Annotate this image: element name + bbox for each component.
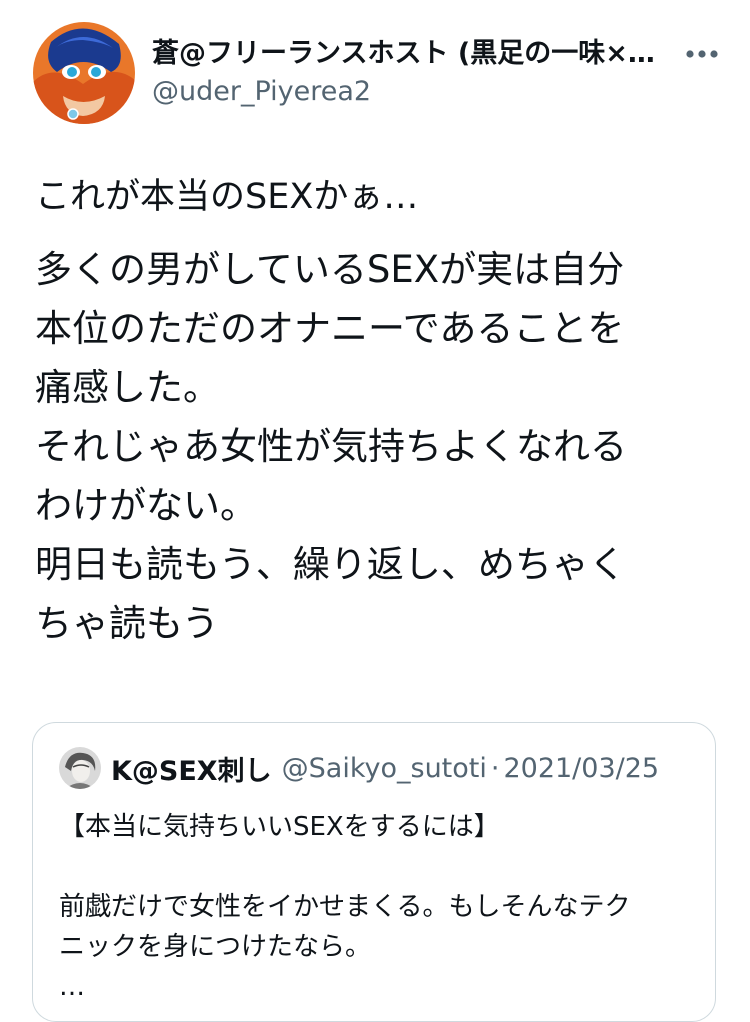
tweet-line: 痛感した。 — [35, 366, 220, 409]
quote-line: 前戯だけで女性をイかせまくる。もしそんなテク — [59, 892, 631, 922]
quote-date[interactable]: 2021/03/25 — [503, 753, 659, 784]
quote-author-handle[interactable]: @Saikyo_sutoti — [282, 753, 487, 784]
quote-line: … — [59, 972, 85, 1002]
quote-avatar-image — [59, 747, 101, 789]
quote-body: 【本当に気持ちいいSEXをするには】 前戯だけで女性をイかせまくる。もしそんなテ… — [59, 807, 689, 1007]
tweet: 蒼@フリーランスホスト (黒足の一味×… @uder_Piyerea2 これが本… — [0, 0, 750, 1022]
tweet-text: これが本当のSEXかぁ… 多くの男がしているSEXが実は自分 本位のただのオナニ… — [35, 172, 725, 653]
tweet-line: わけがない。 — [35, 484, 257, 527]
quote-title: 【本当に気持ちいいSEXをするには】 — [59, 812, 500, 842]
quote-tweet-card[interactable]: K@SEX刺し @Saikyo_sutoti · 2021/03/25 【本当に… — [32, 722, 716, 1022]
quote-author-name[interactable]: K@SEX刺し — [111, 749, 272, 788]
quote-author-avatar[interactable] — [59, 747, 101, 789]
tweet-line: 明日も読もう、繰り返し、めちゃく — [35, 543, 626, 586]
quote-line: ニックを身につけたなら。 — [59, 932, 372, 962]
quote-header: K@SEX刺し @Saikyo_sutoti · 2021/03/25 — [59, 747, 659, 789]
tweet-line: それじゃあ女性が気持ちよくなれる — [35, 425, 627, 468]
tweet-line: ちゃ読もう — [35, 602, 219, 645]
author-avatar[interactable] — [33, 22, 135, 124]
tweet-line: 本位のただのオナニーであることを — [35, 307, 625, 350]
quote-paragraph-gap — [59, 847, 689, 887]
author-display-name[interactable]: 蒼@フリーランスホスト (黒足の一味×… — [152, 36, 672, 72]
avatar-image — [33, 22, 135, 124]
tweet-line: 多くの男がしているSEXが実は自分 — [35, 248, 625, 291]
tweet-first-line: これが本当のSEXかぁ… — [35, 177, 419, 217]
more-options-button[interactable] — [682, 40, 722, 68]
quote-separator: · — [490, 752, 500, 784]
more-horizontal-icon — [686, 50, 718, 58]
author-handle[interactable]: @uder_Piyerea2 — [152, 74, 672, 110]
author-info: 蒼@フリーランスホスト (黒足の一味×… @uder_Piyerea2 — [152, 36, 672, 110]
